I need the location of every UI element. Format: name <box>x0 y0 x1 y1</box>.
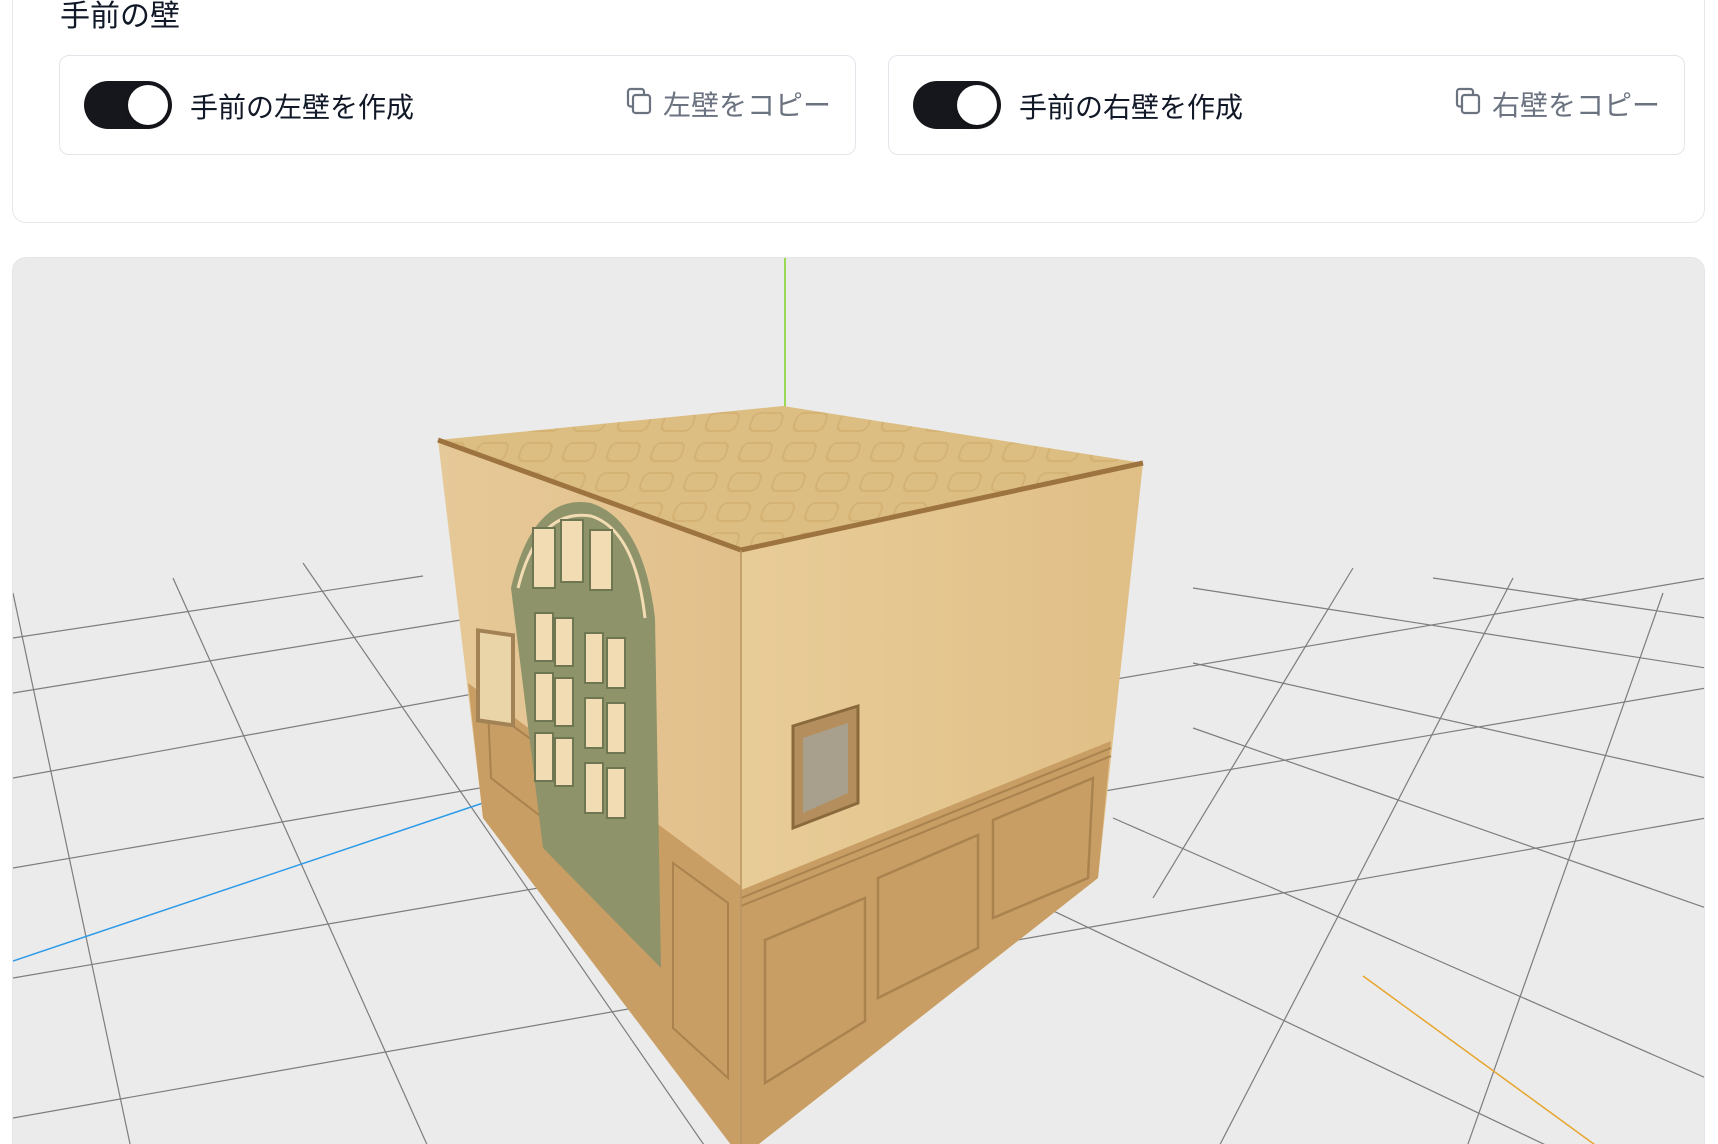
copy-right-wall-button[interactable]: 右壁をコピー <box>1452 84 1660 124</box>
front-wall-settings-card: 手前の壁 手前の左壁を作成 左壁をコピー 手前の右壁を作成 右壁をコピー <box>12 0 1705 223</box>
toggle-knob <box>957 85 997 125</box>
front-right-wall-option: 手前の右壁を作成 右壁をコピー <box>888 55 1685 155</box>
room-model <box>437 406 1144 1144</box>
3d-scene <box>13 258 1704 1144</box>
copy-left-wall-label: 左壁をコピー <box>662 89 831 122</box>
3d-viewport[interactable] <box>12 257 1705 1144</box>
section-title: 手前の壁 <box>60 0 180 34</box>
wall-picture <box>476 628 515 728</box>
toggle-knob <box>128 85 168 125</box>
copy-icon <box>1452 85 1484 124</box>
front-left-wall-toggle[interactable] <box>84 81 172 129</box>
copy-left-wall-button[interactable]: 左壁をコピー <box>623 84 831 124</box>
front-right-wall-toggle[interactable] <box>913 81 1001 129</box>
copy-right-wall-label: 右壁をコピー <box>1491 89 1660 122</box>
front-right-wall-label: 手前の右壁を作成 <box>1019 91 1244 124</box>
z-axis <box>1362 975 1596 1144</box>
front-left-wall-option: 手前の左壁を作成 左壁をコピー <box>59 55 856 155</box>
front-left-wall-label: 手前の左壁を作成 <box>190 91 415 124</box>
copy-icon <box>623 85 655 124</box>
